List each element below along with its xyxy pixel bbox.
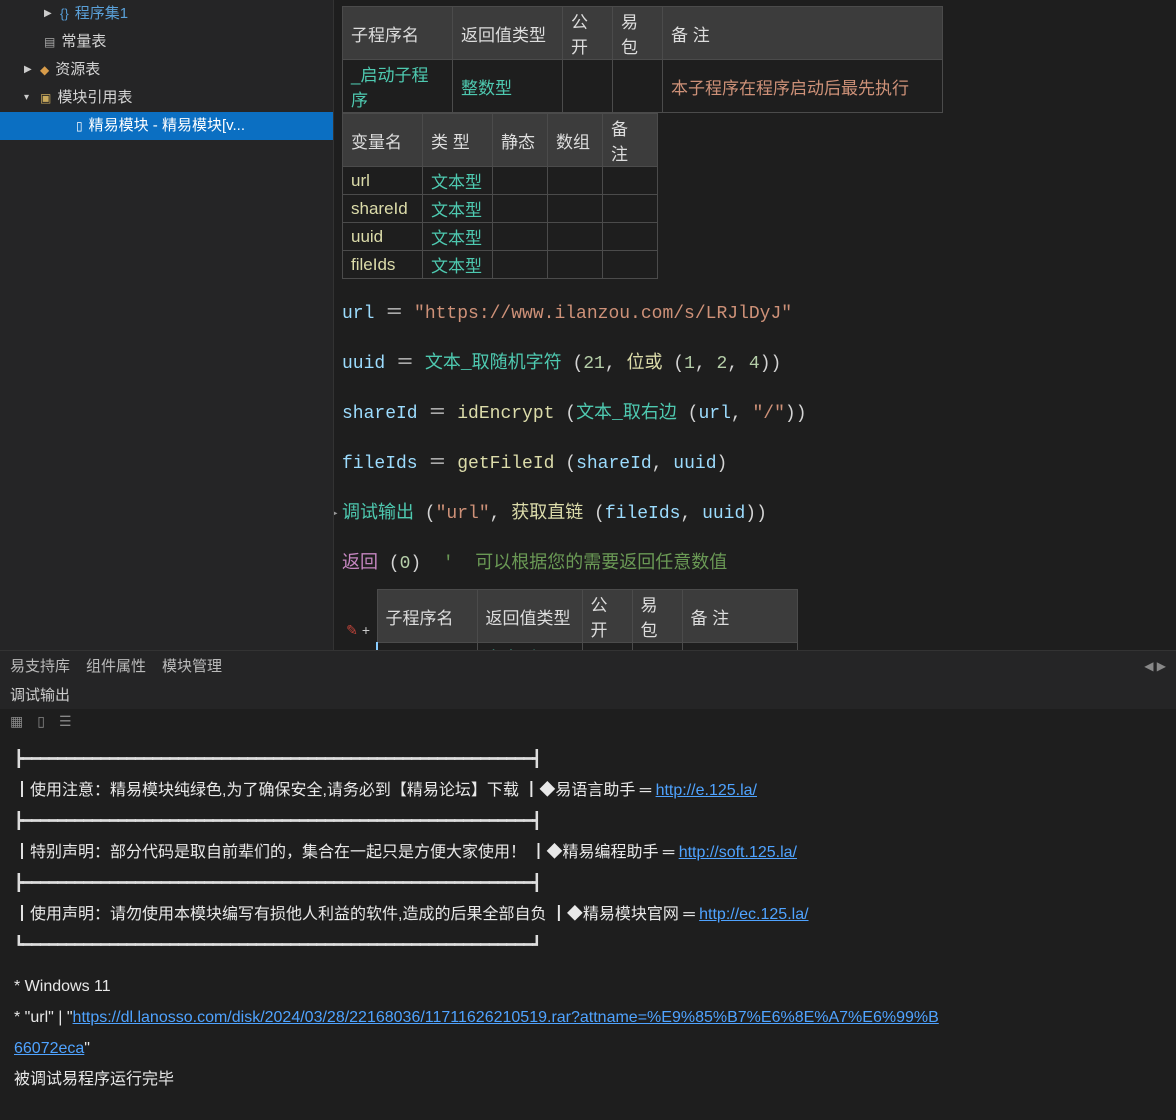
- tree-item-restable[interactable]: ▶ ◆ 资源表: [0, 56, 333, 84]
- sub-rettype[interactable]: 整数型: [453, 60, 563, 113]
- col-static: 静态: [493, 114, 548, 167]
- output-bar: ┣━━━━━━━━━━━━━━━━━━━━━━━━━━━━━━━━━━━━━━━…: [14, 868, 1162, 899]
- code-line[interactable]: 返回 (0) ' 可以根据您的需要返回任意数值: [342, 539, 1168, 589]
- code-line[interactable]: ▸调试输出 ("url", 获取直链 (fileIds, uuid)): [334, 489, 1168, 539]
- col-varname: 变量名: [343, 114, 423, 167]
- chevron-right-icon: ▶: [44, 2, 54, 26]
- col-vartype: 类 型: [423, 114, 493, 167]
- link-download-url[interactable]: https://dl.lanosso.com/disk/2024/03/28/2…: [73, 1009, 939, 1026]
- pencil-icon: ✎: [346, 622, 358, 638]
- sidebar: ▶ {} 程序集1 ▤ 常量表 ▶ ◆ 资源表 ▾ ▣ 模块引用表 ▯ 精易模块…: [0, 0, 334, 650]
- file-icon: ▯: [76, 114, 83, 138]
- plus-icon[interactable]: +: [362, 622, 370, 638]
- vars-table: 变量名 类 型 静态 数组 备 注 url文本型 shareId文本型 uuid…: [342, 113, 658, 279]
- tree-item-consttable[interactable]: ▤ 常量表: [0, 28, 333, 56]
- output-panel: 调试输出 ▦ ▯ ☰ ┣━━━━━━━━━━━━━━━━━━━━━━━━━━━━…: [0, 680, 1176, 1120]
- output-result2: 66072eca": [14, 1033, 1162, 1064]
- col-epack: 易包: [613, 7, 663, 60]
- tree-label: 资源表: [55, 58, 100, 82]
- output-os: * Windows 11: [14, 971, 1162, 1002]
- output-title: 调试输出: [0, 680, 1176, 709]
- link-soft125la[interactable]: http://soft.125.la/: [679, 844, 797, 861]
- sub2-name[interactable]: idEncrypt: [377, 643, 477, 651]
- tree-label: 精易模块 - 精易模块[v...: [89, 114, 245, 138]
- sub-note[interactable]: 本子程序在程序启动后最先执行: [663, 60, 943, 113]
- code-editor: 子程序名 返回值类型 公开 易包 备 注 _启动子程序 整数型 本子程序在程序启…: [334, 0, 1176, 650]
- var-row[interactable]: uuid文本型: [343, 223, 658, 251]
- tree-label: 模块引用表: [57, 86, 132, 110]
- col-subname: 子程序名: [343, 7, 453, 60]
- sub2-rettype[interactable]: 文本型: [477, 643, 582, 651]
- code-line[interactable]: uuid ＝ 文本_取随机字符 (21, 位或 (1, 2, 4)): [342, 339, 1168, 389]
- output-line: ┃使用注意：精易模块纯绿色,为了确保安全,请务必到【精易论坛】下载 ┃◆易语言助…: [14, 775, 1162, 806]
- col-note: 备 注: [663, 7, 943, 60]
- sub-name[interactable]: _启动子程序: [343, 60, 453, 113]
- tab-module-mgr[interactable]: 模块管理: [162, 655, 222, 676]
- output-tool-icon[interactable]: ▦: [10, 713, 23, 730]
- col-array: 数组: [548, 114, 603, 167]
- output-bar: ┣━━━━━━━━━━━━━━━━━━━━━━━━━━━━━━━━━━━━━━━…: [14, 806, 1162, 837]
- sub2-header: 子程序名 返回值类型 公开 易包 备 注 idEncrypt 文本型: [376, 589, 798, 650]
- tab-component-props[interactable]: 组件属性: [86, 655, 146, 676]
- tree-item-jingyi-module[interactable]: ▯ 精易模块 - 精易模块[v...: [0, 112, 333, 140]
- link-ec125la[interactable]: http://ec.125.la/: [699, 906, 808, 923]
- tree-label: 程序集1: [75, 2, 128, 26]
- module-icon: ▣: [40, 86, 51, 110]
- sub2-row: ✎+ 子程序名 返回值类型 公开 易包 备 注 idEncrypt: [342, 589, 1168, 650]
- tree-item-modref[interactable]: ▾ ▣ 模块引用表: [0, 84, 333, 112]
- link-download-url-cont[interactable]: 66072eca: [14, 1040, 84, 1057]
- output-done: 被调试易程序运行完毕: [14, 1064, 1162, 1095]
- output-bar: ┣━━━━━━━━━━━━━━━━━━━━━━━━━━━━━━━━━━━━━━━…: [14, 744, 1162, 775]
- code-line[interactable]: shareId ＝ idEncrypt (文本_取右边 (url, "/")): [342, 389, 1168, 439]
- output-toolbar: ▦ ▯ ☰: [0, 709, 1176, 734]
- chevron-right-icon: ▶: [24, 58, 34, 82]
- resource-icon: ◆: [40, 58, 49, 82]
- tree-label: 常量表: [61, 30, 106, 54]
- output-line: ┃特别声明：部分代码是取自前辈们的，集合在一起只是方便大家使用！ ┃◆精易编程助…: [14, 837, 1162, 868]
- sheet-icon: ▤: [44, 30, 55, 54]
- chevron-down-icon: ▾: [24, 86, 34, 110]
- output-body[interactable]: ┣━━━━━━━━━━━━━━━━━━━━━━━━━━━━━━━━━━━━━━━…: [0, 734, 1176, 1105]
- var-row[interactable]: shareId文本型: [343, 195, 658, 223]
- bottom-tabs: 易支持库 组件属性 模块管理 ◀ ▶: [0, 650, 1176, 680]
- link-e125la[interactable]: http://e.125.la/: [656, 782, 757, 799]
- output-bar: ┗━━━━━━━━━━━━━━━━━━━━━━━━━━━━━━━━━━━━━━━…: [14, 930, 1162, 961]
- output-result: * "url" | "https://dl.lanosso.com/disk/2…: [14, 1002, 1162, 1033]
- breakpoint-icon[interactable]: ▸: [334, 489, 342, 539]
- tab-support-lib[interactable]: 易支持库: [10, 655, 70, 676]
- output-tool-icon[interactable]: ▯: [37, 713, 45, 730]
- code-line[interactable]: url ＝ "https://www.ilanzou.com/s/LRJlDyJ…: [342, 289, 1168, 339]
- col-rettype: 返回值类型: [453, 7, 563, 60]
- output-tool-icon[interactable]: ☰: [59, 713, 72, 730]
- tree-item-programset[interactable]: ▶ {} 程序集1: [0, 0, 333, 28]
- sub-public[interactable]: [563, 60, 613, 113]
- tab-scroll-arrows[interactable]: ◀ ▶: [1144, 659, 1166, 673]
- col-public: 公开: [563, 7, 613, 60]
- col-varnote: 备 注: [603, 114, 658, 167]
- code-line[interactable]: fileIds ＝ getFileId (shareId, uuid): [342, 439, 1168, 489]
- braces-icon: {}: [60, 2, 69, 26]
- var-row[interactable]: fileIds文本型: [343, 251, 658, 279]
- output-line: ┃使用声明：请勿使用本模块编写有损他人利益的软件,造成的后果全部自负 ┃◆精易模…: [14, 899, 1162, 930]
- sub-header-table: 子程序名 返回值类型 公开 易包 备 注 _启动子程序 整数型 本子程序在程序启…: [342, 6, 943, 113]
- sub-epack[interactable]: [613, 60, 663, 113]
- var-row[interactable]: url文本型: [343, 167, 658, 195]
